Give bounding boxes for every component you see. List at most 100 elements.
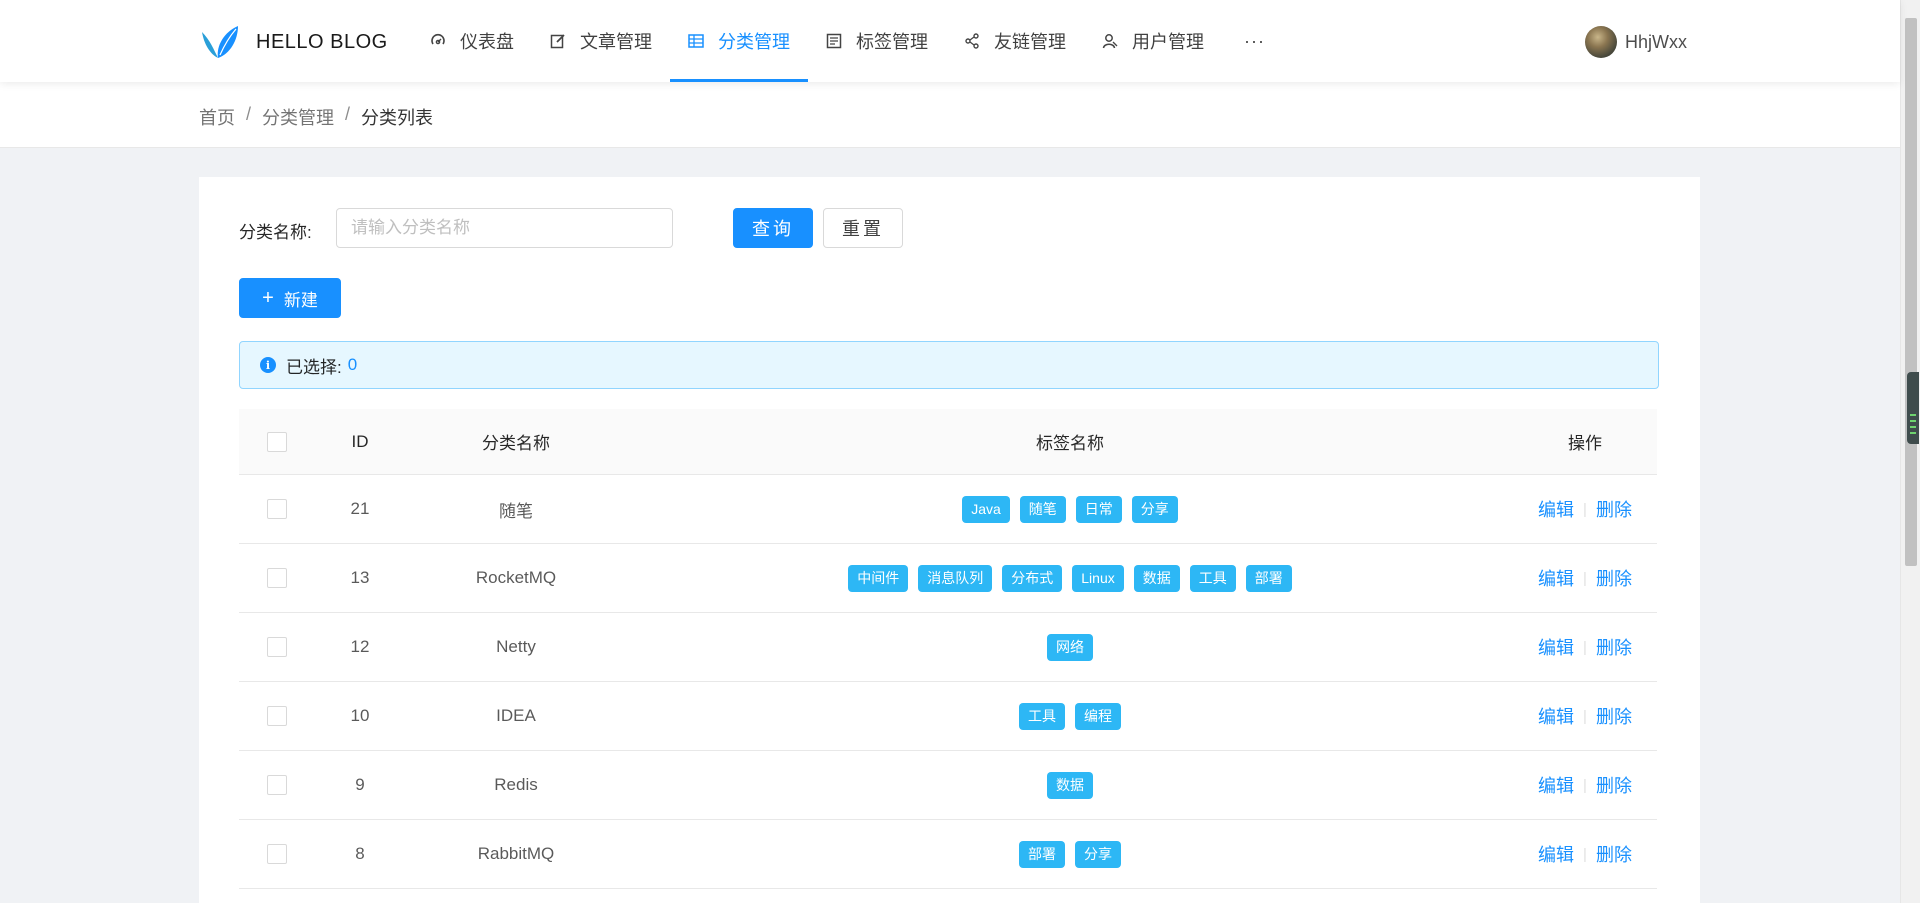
tag[interactable]: 分享 — [1075, 840, 1121, 868]
cell-actions: 编辑 | 删除 — [1513, 475, 1657, 543]
nav-tags[interactable]: 标签管理 — [808, 0, 946, 82]
tag[interactable]: 部署 — [1245, 564, 1292, 592]
breadcrumb-separator: / — [345, 104, 351, 124]
tag[interactable]: 部署 — [1019, 840, 1065, 868]
breadcrumb-category[interactable]: 分类管理 — [262, 104, 334, 130]
tag[interactable]: 数据 — [1047, 771, 1093, 799]
column-header-actions: 操作 — [1568, 434, 1602, 453]
tag[interactable]: 编程 — [1075, 702, 1121, 730]
cell-category-name: IDEA — [496, 706, 536, 725]
tag[interactable]: 分享 — [1131, 495, 1178, 523]
nav-links[interactable]: 友链管理 — [946, 0, 1084, 82]
tag[interactable]: Java — [962, 495, 1010, 523]
breadcrumb: 首页 / 分类管理 / 分类列表 — [199, 104, 433, 130]
delete-link[interactable]: 删除 — [1596, 841, 1632, 867]
row-select-cell — [239, 682, 315, 750]
tag[interactable]: 数据 — [1133, 564, 1180, 592]
edit-link[interactable]: 编辑 — [1538, 703, 1574, 729]
nav-links-label: 友链管理 — [994, 32, 1066, 52]
row-checkbox[interactable] — [267, 568, 287, 588]
plus-icon: + — [262, 287, 274, 309]
table-row: 21 随笔 Java 随笔 日常 分享 编辑 | 删除 — [239, 475, 1657, 544]
action-separator: | — [1583, 638, 1587, 656]
side-widget-icon[interactable] — [1907, 372, 1919, 444]
row-checkbox[interactable] — [267, 775, 287, 795]
scrollbar-thumb[interactable] — [1905, 18, 1917, 566]
row-checkbox[interactable] — [267, 637, 287, 657]
tag[interactable]: 日常 — [1075, 495, 1122, 523]
cell-id: 13 — [350, 568, 370, 587]
nav-categories[interactable]: 分类管理 — [670, 0, 808, 82]
tag[interactable]: 中间件 — [848, 564, 909, 592]
user-menu[interactable]: HhjWxx — [1585, 26, 1687, 58]
row-checkbox[interactable] — [267, 706, 287, 726]
breadcrumb-separator: / — [246, 104, 252, 124]
table-header: ID 分类名称 标签名称 操作 — [239, 409, 1657, 475]
new-button[interactable]: + 新建 — [239, 278, 341, 318]
nav-tags-label: 标签管理 — [856, 32, 928, 52]
action-separator: | — [1583, 845, 1587, 863]
tag[interactable]: 工具 — [1019, 702, 1065, 730]
category-name-input[interactable] — [336, 208, 673, 248]
action-separator: | — [1583, 776, 1587, 794]
cell-id: 21 — [350, 499, 370, 518]
row-checkbox[interactable] — [267, 499, 287, 519]
action-separator: | — [1583, 569, 1587, 587]
cell-tags: Java 随笔 日常 分享 — [627, 475, 1513, 543]
column-header-name: 分类名称 — [482, 434, 550, 453]
cell-tags: 中间件 消息队列 分布式 Linux 数据 工具 部署 — [627, 544, 1513, 612]
cell-category-name: Netty — [496, 637, 536, 656]
tag[interactable]: 消息队列 — [918, 564, 993, 592]
top-header: HELLO BLOG 仪表盘 文章管理 分类管理 标签管理 友链管理 用户管理 … — [0, 0, 1900, 82]
breadcrumb-home[interactable]: 首页 — [199, 104, 235, 130]
cell-id: 8 — [355, 844, 365, 863]
content-card: 分类名称: 查询 重置 + 新建 i 已选择: 0 ID 分类名称 标签名称 操… — [199, 177, 1700, 903]
nav-more[interactable]: ··· — [1222, 0, 1287, 82]
cell-actions: 编辑 | 删除 — [1513, 751, 1657, 819]
logo-text: HELLO BLOG — [256, 30, 388, 53]
selection-alert: i 已选择: 0 — [239, 341, 1659, 389]
delete-link[interactable]: 删除 — [1596, 772, 1632, 798]
table-row: 12 Netty 网络 编辑 | 删除 — [239, 613, 1657, 682]
reset-button[interactable]: 重置 — [823, 208, 903, 248]
cell-tags: 网络 — [627, 613, 1513, 681]
table-row: 8 RabbitMQ 部署 分享 编辑 | 删除 — [239, 820, 1657, 889]
tag[interactable]: Linux — [1072, 564, 1124, 592]
edit-link[interactable]: 编辑 — [1538, 841, 1574, 867]
nav-users[interactable]: 用户管理 — [1084, 0, 1222, 82]
table-row: 10 IDEA 工具 编程 编辑 | 删除 — [239, 682, 1657, 751]
cell-id: 9 — [355, 775, 365, 794]
table-row: 13 RocketMQ 中间件 消息队列 分布式 Linux 数据 工具 部署 编辑 | 删除 — [239, 544, 1657, 613]
nav-articles[interactable]: 文章管理 — [532, 0, 670, 82]
edit-link[interactable]: 编辑 — [1538, 565, 1574, 591]
breadcrumb-bar: 首页 / 分类管理 / 分类列表 — [0, 82, 1900, 148]
logo[interactable]: HELLO BLOG — [200, 24, 388, 60]
table-row: 9 Redis 数据 编辑 | 删除 — [239, 751, 1657, 820]
edit-link[interactable]: 编辑 — [1538, 496, 1574, 522]
delete-link[interactable]: 删除 — [1596, 496, 1632, 522]
tag[interactable]: 网络 — [1047, 633, 1093, 661]
delete-link[interactable]: 删除 — [1596, 634, 1632, 660]
nav-dashboard[interactable]: 仪表盘 — [412, 0, 532, 82]
tag[interactable]: 分布式 — [1002, 564, 1063, 592]
select-all-checkbox[interactable] — [267, 431, 287, 452]
leaf-logo-icon — [202, 26, 238, 58]
tag[interactable]: 工具 — [1189, 564, 1236, 592]
edit-link[interactable]: 编辑 — [1538, 772, 1574, 798]
profile-icon — [826, 33, 842, 49]
query-button[interactable]: 查询 — [733, 208, 813, 248]
row-select-cell — [239, 820, 315, 888]
tag[interactable]: 随笔 — [1019, 495, 1066, 523]
delete-link[interactable]: 删除 — [1596, 565, 1632, 591]
cell-actions: 编辑 | 删除 — [1513, 682, 1657, 750]
cell-tags: 数据 — [627, 751, 1513, 819]
user-icon — [1102, 33, 1118, 49]
cell-category-name: RocketMQ — [475, 568, 557, 587]
action-separator: | — [1583, 500, 1587, 518]
avatar — [1585, 26, 1617, 58]
row-checkbox[interactable] — [267, 844, 287, 864]
edit-link[interactable]: 编辑 — [1538, 634, 1574, 660]
page-scrollbar[interactable] — [1900, 0, 1920, 903]
cell-tags: 工具 编程 — [627, 682, 1513, 750]
delete-link[interactable]: 删除 — [1596, 703, 1632, 729]
